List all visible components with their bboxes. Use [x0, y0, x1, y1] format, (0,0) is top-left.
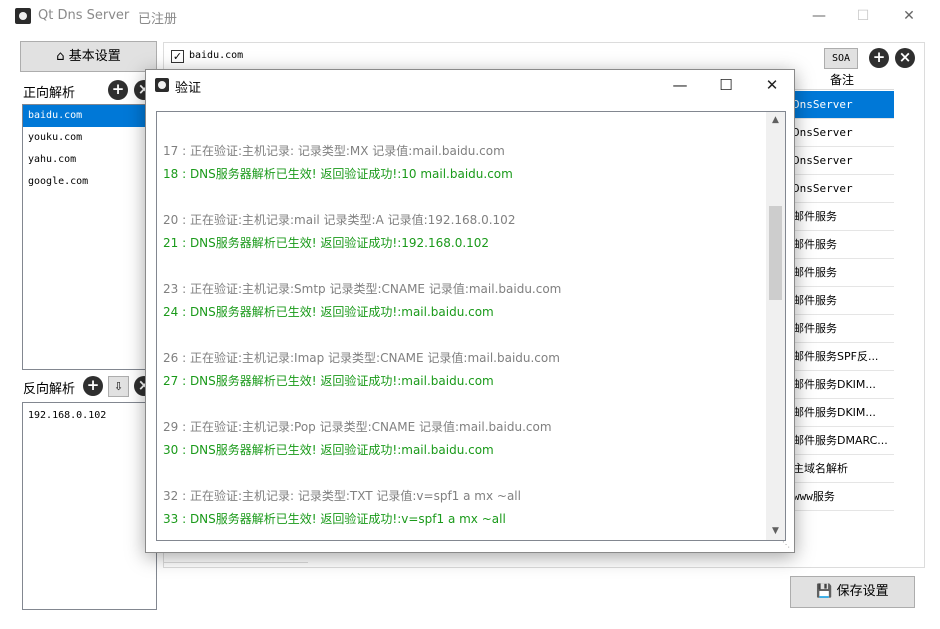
- log-line: 30 : DNS服务器解析已生效! 返回验证成功!:mail.baidu.com: [163, 443, 494, 457]
- table-row[interactable]: 邮件服务: [790, 203, 894, 231]
- log-line: 29 : 正在验证:主机记录:Pop 记录类型:CNAME 记录值:mail.b…: [163, 420, 552, 434]
- app-title: Qt Dns Server: [38, 8, 130, 23]
- log-line: 32 : 正在验证:主机记录: 记录类型:TXT 记录值:v=spf1 a mx…: [163, 489, 521, 503]
- save-icon: 💾: [816, 584, 833, 599]
- dialog-maximize-button[interactable]: ☐: [703, 70, 749, 101]
- add-icon: +: [872, 48, 886, 66]
- log-scrollbar[interactable]: ▲ ▼: [766, 112, 785, 540]
- table-row[interactable]: 邮件服务: [790, 287, 894, 315]
- checkbox-check-icon: ✓: [172, 50, 183, 63]
- log-line: 20 : 正在验证:主机记录:mail 记录类型:A 记录值:192.168.0…: [163, 213, 516, 227]
- table-row[interactable]: 邮件服务SPF反...: [790, 343, 894, 371]
- minimize-button[interactable]: —: [796, 0, 842, 32]
- list-item[interactable]: youku.com: [23, 127, 156, 149]
- table-row[interactable]: 邮件服务: [790, 259, 894, 287]
- reverse-resolution-label: 反向解析: [23, 382, 76, 397]
- scroll-up-icon[interactable]: ▲: [766, 112, 785, 129]
- add-forward-button[interactable]: +: [108, 80, 128, 100]
- verify-dialog: 验证 — ☐ ✕ 17 : 正在验证:主机记录: 记录类型:MX 记录值:mai…: [145, 69, 795, 553]
- save-settings-button[interactable]: 💾 保存设置: [790, 576, 915, 608]
- add-reverse-button[interactable]: +: [83, 376, 103, 396]
- save-settings-label: 保存设置: [836, 584, 889, 599]
- import-reverse-button[interactable]: ⇩: [108, 376, 129, 397]
- table-row[interactable]: DnsServer: [790, 175, 894, 203]
- verification-log[interactable]: 17 : 正在验证:主机记录: 记录类型:MX 记录值:mail.baidu.c…: [156, 111, 786, 541]
- tab-strip: [163, 562, 308, 568]
- current-domain: baidu.com: [189, 50, 244, 61]
- table-row[interactable]: 主域名解析: [790, 455, 894, 483]
- log-line: 23 : 正在验证:主机记录:Smtp 记录类型:CNAME 记录值:mail.…: [163, 282, 562, 296]
- scroll-thumb[interactable]: [769, 206, 782, 300]
- reverse-ip-list[interactable]: 192.168.0.102: [22, 402, 157, 610]
- table-row[interactable]: 邮件服务DKIM...: [790, 371, 894, 399]
- table-row[interactable]: 邮件服务DKIM...: [790, 399, 894, 427]
- home-icon: ⌂: [56, 49, 65, 64]
- log-line: 26 : 正在验证:主机记录:Imap 记录类型:CNAME 记录值:mail.…: [163, 351, 560, 365]
- close-button[interactable]: ✕: [886, 0, 932, 32]
- dialog-close-button[interactable]: ✕: [749, 70, 795, 101]
- add-icon: +: [86, 376, 100, 394]
- log-line: 21 : DNS服务器解析已生效! 返回验证成功!:192.168.0.102: [163, 236, 490, 250]
- list-item[interactable]: yahu.com: [23, 149, 156, 171]
- forward-domain-list[interactable]: baidu.com youku.com yahu.com google.com: [22, 104, 157, 370]
- log-line: 18 : DNS服务器解析已生效! 返回验证成功!:10 mail.baidu.…: [163, 167, 513, 181]
- table-row[interactable]: 邮件服务DMARC...: [790, 427, 894, 455]
- scroll-down-icon[interactable]: ▼: [766, 523, 785, 540]
- column-header-remark[interactable]: 备注: [790, 70, 894, 90]
- table-row[interactable]: DnsServer: [790, 91, 894, 119]
- domain-enabled-checkbox[interactable]: ✓: [171, 50, 184, 63]
- dialog-minimize-button[interactable]: —: [657, 70, 703, 101]
- table-row[interactable]: DnsServer: [790, 147, 894, 175]
- log-line: 24 : DNS服务器解析已生效! 返回验证成功!:mail.baidu.com: [163, 305, 494, 319]
- table-row[interactable]: 邮件服务: [790, 315, 894, 343]
- basic-settings-label: 基本设置: [68, 49, 121, 64]
- table-row[interactable]: DnsServer: [790, 119, 894, 147]
- log-line: 27 : DNS服务器解析已生效! 返回验证成功!:mail.baidu.com: [163, 374, 494, 388]
- table-row[interactable]: 邮件服务: [790, 231, 894, 259]
- log-line: 33 : DNS服务器解析已生效! 返回验证成功!:v=spf1 a mx ~a…: [163, 512, 506, 526]
- app-logo-icon: [155, 78, 169, 92]
- remove-record-button[interactable]: ×: [895, 48, 915, 68]
- list-item[interactable]: baidu.com: [23, 105, 156, 127]
- add-record-button[interactable]: +: [869, 48, 889, 68]
- dialog-title: 验证: [175, 81, 202, 96]
- app-logo-icon: [15, 8, 31, 24]
- add-icon: +: [111, 80, 125, 98]
- remove-icon: ×: [898, 48, 912, 66]
- list-item[interactable]: google.com: [23, 171, 156, 193]
- title-bar: Qt Dns Server 已注册 — ☐ ✕: [0, 0, 940, 32]
- log-line: 17 : 正在验证:主机记录: 记录类型:MX 记录值:mail.baidu.c…: [163, 144, 505, 158]
- resize-grip-icon[interactable]: ⋱: [782, 540, 792, 550]
- basic-settings-button[interactable]: ⌂ 基本设置: [20, 41, 157, 72]
- table-row[interactable]: www服务: [790, 483, 894, 511]
- import-icon: ⇩: [113, 380, 124, 393]
- soa-button[interactable]: SOA: [824, 48, 858, 69]
- maximize-button[interactable]: ☐: [840, 0, 886, 32]
- registration-status: 已注册: [138, 12, 178, 27]
- dialog-title-bar[interactable]: 验证 — ☐ ✕: [146, 70, 794, 101]
- forward-resolution-label: 正向解析: [23, 86, 76, 101]
- list-item[interactable]: 192.168.0.102: [23, 405, 156, 427]
